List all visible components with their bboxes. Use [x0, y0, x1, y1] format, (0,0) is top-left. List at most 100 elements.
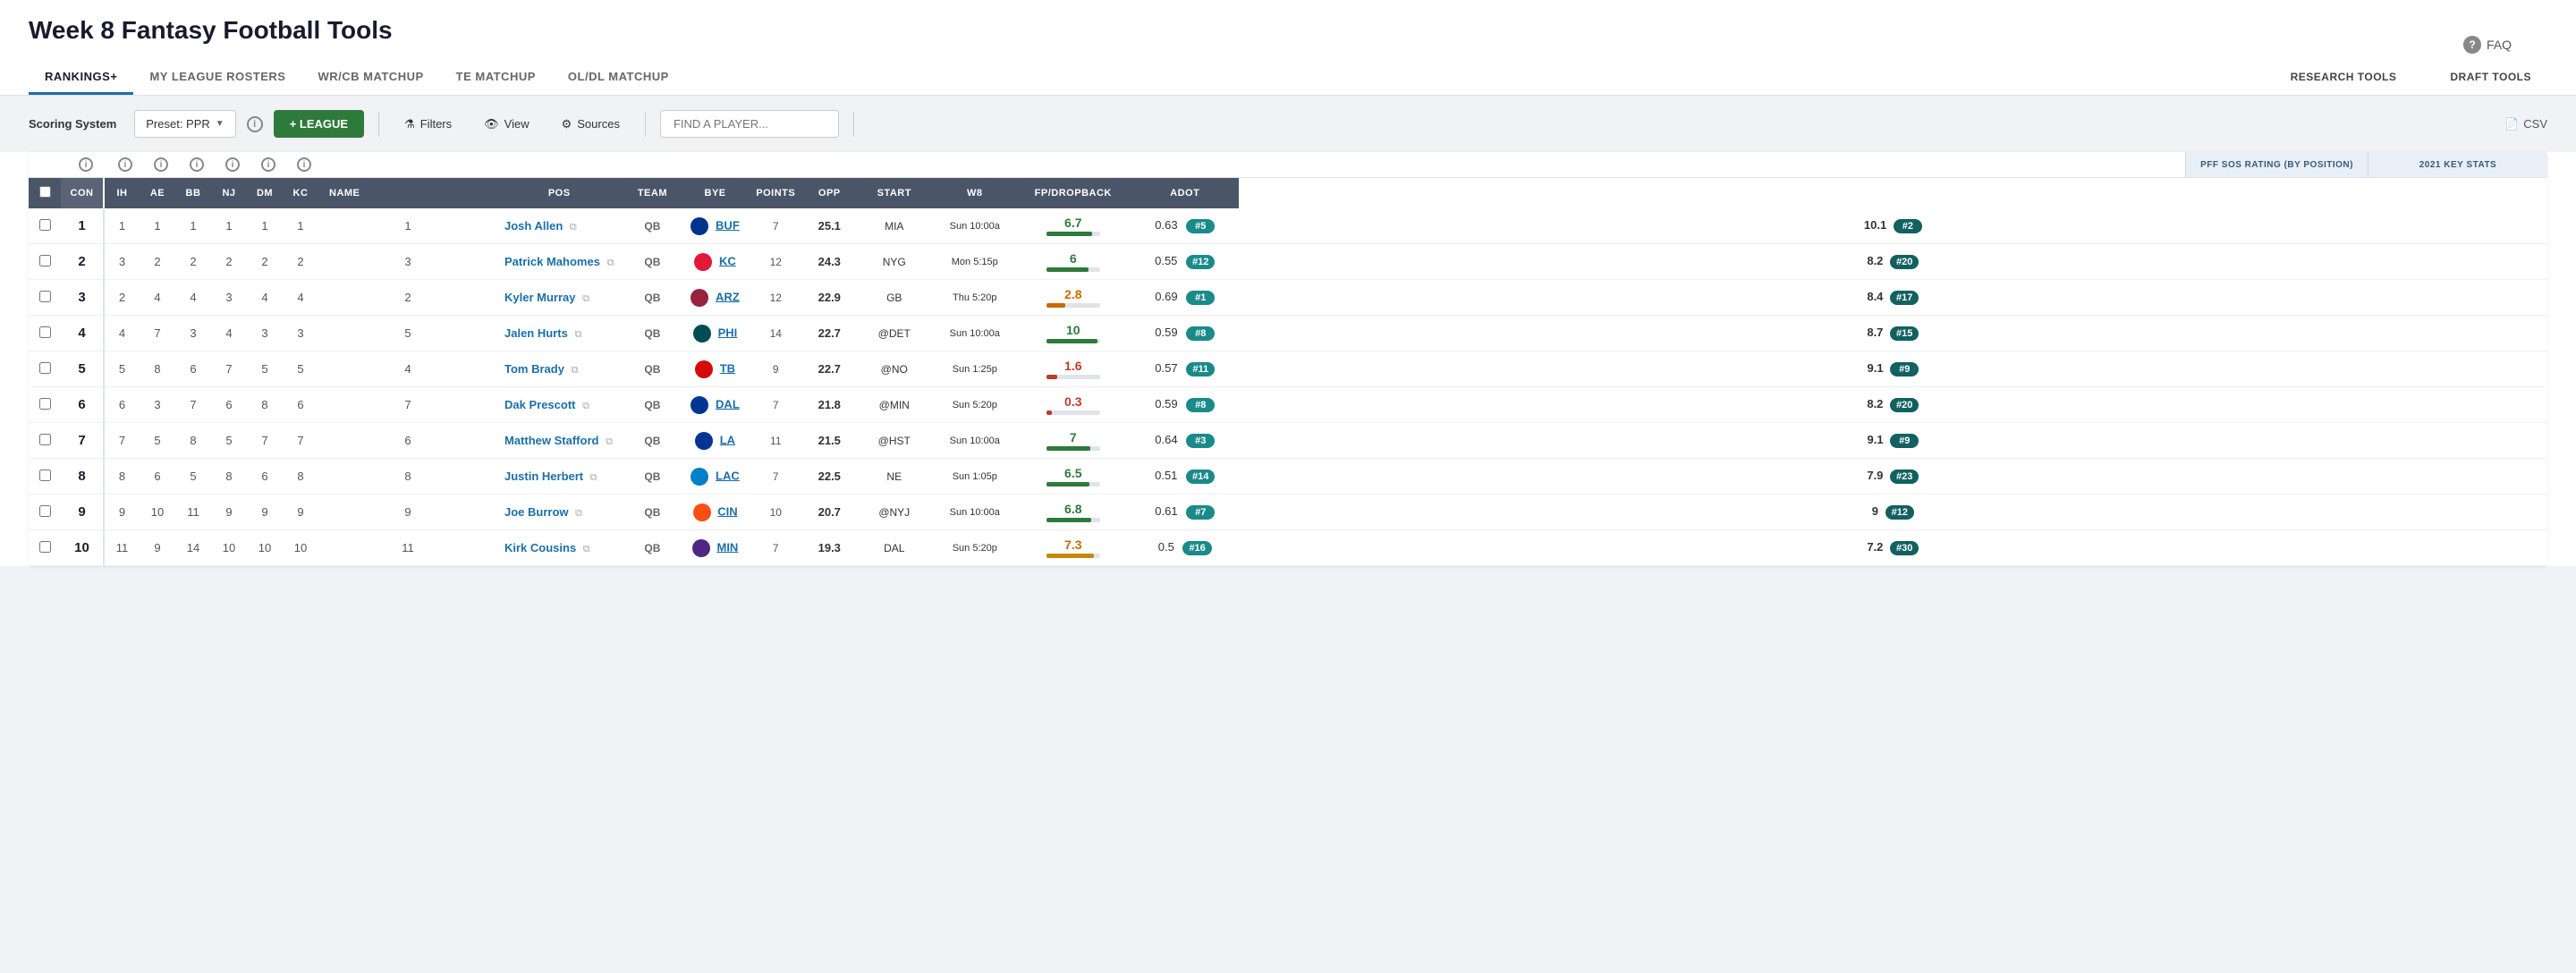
league-button[interactable]: + LEAGUE [274, 110, 364, 138]
sources-button[interactable]: ⚙ Sources [551, 111, 631, 138]
row-checkbox[interactable] [39, 505, 51, 517]
tab-rankings[interactable]: RANKINGS+ [29, 61, 133, 95]
scoring-system-select[interactable]: Preset: PPR ▼ [134, 110, 235, 138]
adot-rank-badge: #23 [1890, 470, 1919, 484]
team-link[interactable]: DAL [716, 397, 740, 410]
col-info-dm[interactable]: i [261, 157, 275, 172]
copy-icon[interactable]: ⧉ [582, 401, 589, 411]
team-link[interactable]: KC [719, 254, 736, 267]
row-dm: 5 [283, 351, 318, 387]
row-checkbox-cell[interactable] [29, 244, 61, 280]
tab-research-tools[interactable]: RESEARCH TOOLS [2275, 62, 2413, 95]
team-link[interactable]: LAC [716, 469, 740, 482]
row-checkbox[interactable] [39, 434, 51, 445]
row-checkbox-cell[interactable] [29, 351, 61, 387]
team-link[interactable]: BUF [716, 218, 740, 232]
tab-ol-dl-matchup[interactable]: OL/DL MATCHUP [552, 61, 685, 95]
row-checkbox-cell[interactable] [29, 530, 61, 566]
adot-rank-badge: #2 [1894, 219, 1922, 233]
view-button[interactable]: 👁 View [473, 111, 539, 138]
row-checkbox[interactable] [39, 291, 51, 302]
team-link[interactable]: MIN [716, 540, 738, 554]
scoring-info-icon[interactable]: i [247, 116, 263, 132]
team-link[interactable]: PHI [718, 326, 738, 339]
row-checkbox-cell[interactable] [29, 459, 61, 495]
col-info-con[interactable]: i [79, 157, 93, 172]
row-start: Thu 5:20p [935, 280, 1015, 316]
tab-my-league-rosters[interactable]: MY LEAGUE ROSTERS [133, 61, 301, 95]
row-points: 22.7 [805, 351, 854, 387]
col-info-bb[interactable]: i [190, 157, 204, 172]
copy-icon[interactable]: ⧉ [607, 258, 614, 268]
faq-button[interactable]: ? FAQ [2463, 36, 2512, 54]
row-checkbox-cell[interactable] [29, 387, 61, 423]
row-checkbox-cell[interactable] [29, 208, 61, 244]
adot-rank-badge: #30 [1890, 541, 1919, 555]
col-info-ih[interactable]: i [118, 157, 132, 172]
row-checkbox[interactable] [39, 470, 51, 481]
player-link[interactable]: Matthew Stafford [504, 434, 598, 447]
team-link[interactable]: LA [720, 433, 735, 446]
player-link[interactable]: Tom Brady [504, 362, 564, 376]
row-con: 4 [104, 316, 140, 351]
row-con: 2 [104, 280, 140, 316]
player-link[interactable]: Justin Herbert [504, 470, 583, 483]
tab-wr-cb-matchup[interactable]: WR/CB MATCHUP [301, 61, 439, 95]
row-rank: 6 [61, 387, 104, 423]
team-logo [691, 468, 708, 486]
row-bb: 4 [211, 316, 247, 351]
tab-te-matchup[interactable]: TE MATCHUP [440, 61, 552, 95]
row-fp: 0.69 #1 [1131, 280, 1239, 316]
copy-icon[interactable]: ⧉ [582, 293, 589, 304]
tab-draft-tools[interactable]: DRAFT TOOLS [2434, 62, 2547, 95]
row-bye: 7 [747, 459, 805, 495]
copy-icon[interactable]: ⧉ [572, 365, 579, 376]
row-checkbox[interactable] [39, 398, 51, 410]
row-pos: QB [621, 351, 683, 387]
player-link[interactable]: Josh Allen [504, 219, 563, 233]
select-all-checkbox[interactable] [39, 186, 51, 198]
player-link[interactable]: Joe Burrow [504, 505, 569, 519]
copy-icon[interactable]: ⧉ [574, 329, 581, 340]
row-pos: QB [621, 244, 683, 280]
row-adot: 10.1 #2 [1239, 208, 2547, 244]
divider3 [853, 112, 854, 137]
row-ae: 14 [175, 530, 211, 566]
search-input[interactable] [660, 110, 839, 138]
player-link[interactable]: Kyler Murray [504, 291, 575, 304]
player-link[interactable]: Dak Prescott [504, 398, 575, 411]
player-link[interactable]: Jalen Hurts [504, 326, 568, 340]
row-checkbox[interactable] [39, 219, 51, 231]
row-checkbox[interactable] [39, 541, 51, 553]
player-link[interactable]: Kirk Cousins [504, 541, 576, 554]
team-link[interactable]: CIN [717, 504, 737, 518]
col-info-nj[interactable]: i [225, 157, 240, 172]
row-ae: 5 [175, 459, 211, 495]
team-logo [695, 360, 713, 378]
row-pos: QB [621, 280, 683, 316]
copy-icon[interactable]: ⧉ [590, 472, 597, 483]
adot-rank-badge: #9 [1890, 362, 1919, 377]
row-checkbox-cell[interactable] [29, 316, 61, 351]
filters-button[interactable]: ⚗ Filters [394, 111, 462, 138]
row-checkbox-cell[interactable] [29, 280, 61, 316]
team-link[interactable]: TB [720, 361, 735, 375]
copy-icon[interactable]: ⧉ [570, 222, 577, 233]
col-info-kc[interactable]: i [297, 157, 311, 172]
team-link[interactable]: ARZ [716, 290, 740, 303]
table-row: 3 2 4 4 3 4 4 2 Kyler Murray ⧉ QB ARZ 12… [29, 280, 2547, 316]
copy-icon[interactable]: ⧉ [575, 508, 582, 519]
col-info-ae[interactable]: i [154, 157, 168, 172]
fp-rank-badge: #8 [1186, 398, 1215, 412]
player-link[interactable]: Patrick Mahomes [504, 255, 600, 268]
csv-button[interactable]: 📄 CSV [2504, 117, 2547, 131]
row-ae: 6 [175, 351, 211, 387]
row-checkbox[interactable] [39, 326, 51, 338]
row-checkbox[interactable] [39, 255, 51, 267]
copy-icon[interactable]: ⧉ [606, 436, 613, 447]
copy-icon[interactable]: ⧉ [583, 544, 590, 554]
table-row: 10 11 9 14 10 10 10 11 Kirk Cousins ⧉ QB… [29, 530, 2547, 566]
row-checkbox-cell[interactable] [29, 495, 61, 530]
row-checkbox[interactable] [39, 362, 51, 374]
row-checkbox-cell[interactable] [29, 423, 61, 459]
